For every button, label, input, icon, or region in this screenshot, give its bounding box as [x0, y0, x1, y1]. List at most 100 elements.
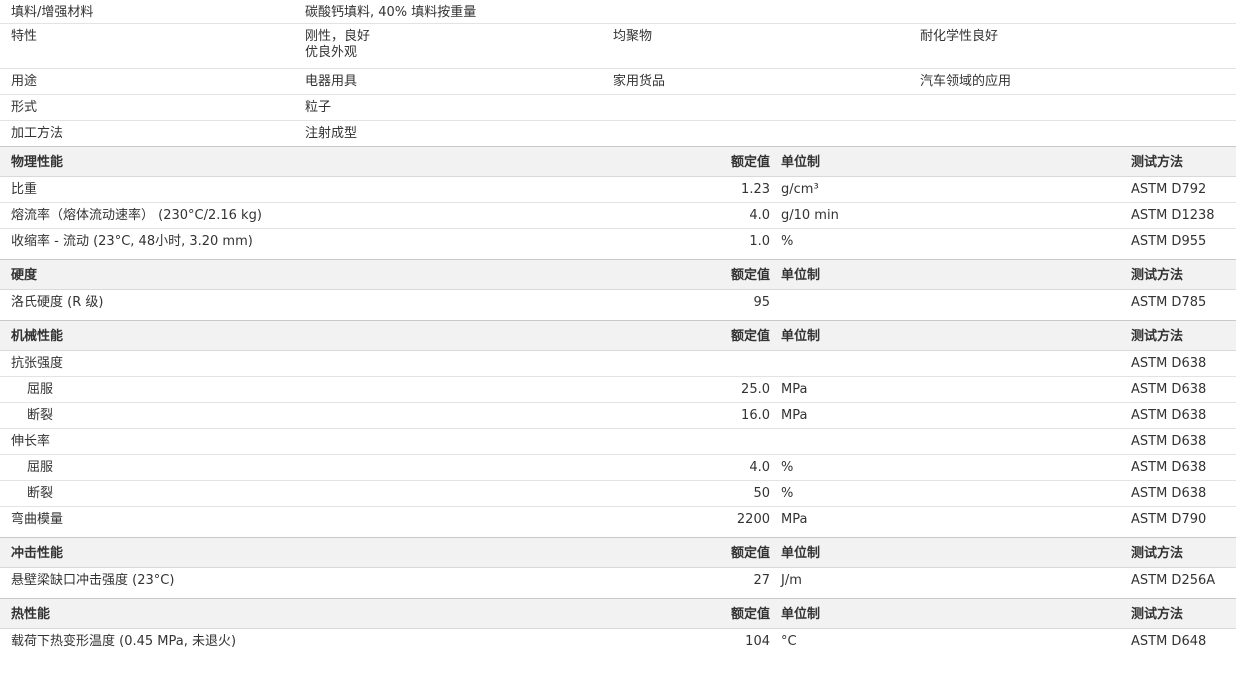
section-impact: 冲击性能 额定值 单位制 测试方法 悬壁梁缺口冲击强度 (23°C) 27 J/m ASTM …	[0, 537, 1236, 598]
info-row-features: 特性 刚性，良好 优良外观 均聚物 耐化学性良好	[0, 24, 1236, 69]
info-value: 汽车领域的应用	[920, 74, 1012, 89]
column-header-value: 额定值	[730, 329, 770, 344]
table-row: 断裂 50% ASTM D638	[0, 481, 1236, 507]
info-value: 注射成型	[305, 126, 358, 141]
test-method: ASTM D638	[1131, 486, 1207, 501]
property-value: 104	[745, 634, 770, 649]
column-header-method: 测试方法	[1131, 268, 1184, 283]
column-header-method: 测试方法	[1131, 329, 1184, 344]
property-unit: °C	[781, 634, 797, 649]
test-method: ASTM D790	[1131, 512, 1207, 527]
property-value: 27	[753, 573, 770, 588]
info-value: 刚性，良好	[305, 29, 371, 44]
info-label: 用途	[11, 74, 38, 89]
table-row: 熔流率（熔体流动速率） (230°C/2.16 kg) 4.0 g/10 min AS…	[0, 203, 1236, 229]
property-unit: %	[781, 486, 794, 501]
property-value: 2200	[736, 512, 770, 527]
info-table: 填料/增强材料 碳酸钙填料, 40% 填料按重量 特性 刚性，良好 优良外观 均…	[0, 0, 1236, 146]
table-row: 载荷下热变形温度 (0.45 MPa, 未退火) 104 °C ASTM D648	[0, 629, 1236, 654]
section-title: 物理性能	[11, 155, 64, 170]
column-header-unit: 单位制	[781, 329, 821, 344]
column-header-value: 额定值	[730, 268, 770, 283]
section-title: 热性能	[11, 607, 51, 622]
property-unit: MPa	[781, 382, 808, 397]
section-physical: 物理性能 额定值 单位制 测试方法 比重 1.23 g/cm³ ASTM D792 熔流率（熔体…	[0, 146, 1236, 259]
property-name: 洛氏硬度 (R 级)	[11, 295, 104, 310]
column-header-unit: 单位制	[781, 546, 821, 561]
info-label: 填料/增强材料	[11, 5, 94, 20]
column-header-method: 测试方法	[1131, 155, 1184, 170]
section-title: 冲击性能	[11, 546, 64, 561]
table-row: 洛氏硬度 (R 级) 95 ASTM D785	[0, 290, 1236, 315]
datasheet: 填料/增强材料 碳酸钙填料, 40% 填料按重量 特性 刚性，良好 优良外观 均…	[0, 0, 1236, 654]
test-method: ASTM D638	[1131, 408, 1207, 423]
info-row-uses: 用途 电器用具 家用货品 汽车领域的应用	[0, 69, 1236, 95]
info-value: 耐化学性良好	[920, 29, 999, 44]
info-row-form: 形式 粒子	[0, 95, 1236, 121]
property-unit: %	[781, 460, 794, 475]
test-method: ASTM D955	[1131, 234, 1207, 249]
property-name: 弯曲模量	[11, 512, 64, 527]
test-method: ASTM D256A	[1131, 573, 1216, 588]
table-row: 屈服 4.0% ASTM D638	[0, 455, 1236, 481]
section-hardness: 硬度 额定值 单位制 测试方法 洛氏硬度 (R 级) 95 ASTM D785	[0, 259, 1236, 320]
section-title: 机械性能	[11, 329, 64, 344]
table-row: 弯曲模量 2200 MPa ASTM D790	[0, 507, 1236, 532]
column-header-method: 测试方法	[1131, 546, 1184, 561]
info-value: 粒子	[305, 100, 332, 115]
info-label: 加工方法	[11, 126, 64, 141]
column-header-unit: 单位制	[781, 607, 821, 622]
table-row: 比重 1.23 g/cm³ ASTM D792	[0, 177, 1236, 203]
property-value: 95	[753, 295, 770, 310]
property-name: 抗张强度	[11, 356, 64, 371]
property-value: 1.0	[749, 234, 770, 249]
property-name: 悬壁梁缺口冲击强度 (23°C)	[11, 573, 175, 588]
info-value-group: 刚性，良好 优良外观	[305, 29, 370, 61]
property-name: 载荷下热变形温度 (0.45 MPa, 未退火)	[11, 634, 237, 649]
section-header: 热性能 额定值 单位制 测试方法	[0, 598, 1236, 629]
property-value: 4.0	[749, 208, 770, 223]
section-header: 物理性能 额定值 单位制 测试方法	[0, 146, 1236, 177]
property-name: 收缩率 - 流动 (23°C, 48小时, 3.20 mm)	[11, 234, 253, 249]
property-name: 熔流率（熔体流动速率） (230°C/2.16 kg)	[11, 208, 262, 223]
column-header-unit: 单位制	[781, 155, 821, 170]
table-row: 断裂 16.0 MPa ASTM D638	[0, 403, 1236, 429]
property-name: 屈服	[27, 382, 54, 397]
property-unit: J/m	[781, 573, 802, 588]
test-method: ASTM D792	[1131, 182, 1207, 197]
column-header-value: 额定值	[730, 155, 770, 170]
test-method: ASTM D638	[1131, 356, 1207, 371]
property-value: 16.0	[741, 408, 770, 423]
property-name: 断裂	[27, 486, 54, 501]
test-method: ASTM D648	[1131, 634, 1207, 649]
property-value: 25.0	[741, 382, 770, 397]
test-method: ASTM D785	[1131, 295, 1207, 310]
column-header-method: 测试方法	[1131, 607, 1184, 622]
info-label: 形式	[11, 100, 38, 115]
section-header: 机械性能 额定值 单位制 测试方法	[0, 320, 1236, 351]
info-value: 均聚物	[613, 29, 653, 44]
property-name: 比重	[11, 182, 38, 197]
test-method: ASTM D638	[1131, 434, 1207, 449]
info-row-processing: 加工方法 注射成型	[0, 121, 1236, 146]
info-value: 优良外观	[305, 45, 358, 60]
info-row-filler: 填料/增强材料 碳酸钙填料, 40% 填料按重量	[0, 0, 1236, 24]
table-row: 屈服 25.0 MPa ASTM D638	[0, 377, 1236, 403]
property-value: 4.0	[749, 460, 770, 475]
info-value: 碳酸钙填料, 40% 填料按重量	[305, 5, 477, 20]
section-mechanical: 机械性能 额定值 单位制 测试方法抗张强度 ASTM D638 屈服 25.0 MPa ASTM…	[0, 320, 1236, 537]
column-header-value: 额定值	[730, 607, 770, 622]
property-unit: g/cm³	[781, 182, 819, 197]
property-unit: g/10 min	[781, 208, 839, 223]
property-unit: MPa	[781, 512, 808, 527]
info-value: 电器用具	[305, 74, 358, 89]
property-value: 50	[753, 486, 770, 501]
property-unit: MPa	[781, 408, 808, 423]
test-method: ASTM D638	[1131, 382, 1207, 397]
table-row: 伸长率 ASTM D638	[0, 429, 1236, 455]
table-row: 悬壁梁缺口冲击强度 (23°C) 27 J/m ASTM D256A	[0, 568, 1236, 593]
property-sections: 物理性能 额定值 单位制 测试方法 比重 1.23 g/cm³ ASTM D792 熔流率（熔体…	[0, 146, 1236, 654]
section-title: 硬度	[11, 268, 38, 283]
table-row: 收缩率 - 流动 (23°C, 48小时, 3.20 mm) 1.0% ASTM D…	[0, 229, 1236, 254]
table-row: 抗张强度 ASTM D638	[0, 351, 1236, 377]
